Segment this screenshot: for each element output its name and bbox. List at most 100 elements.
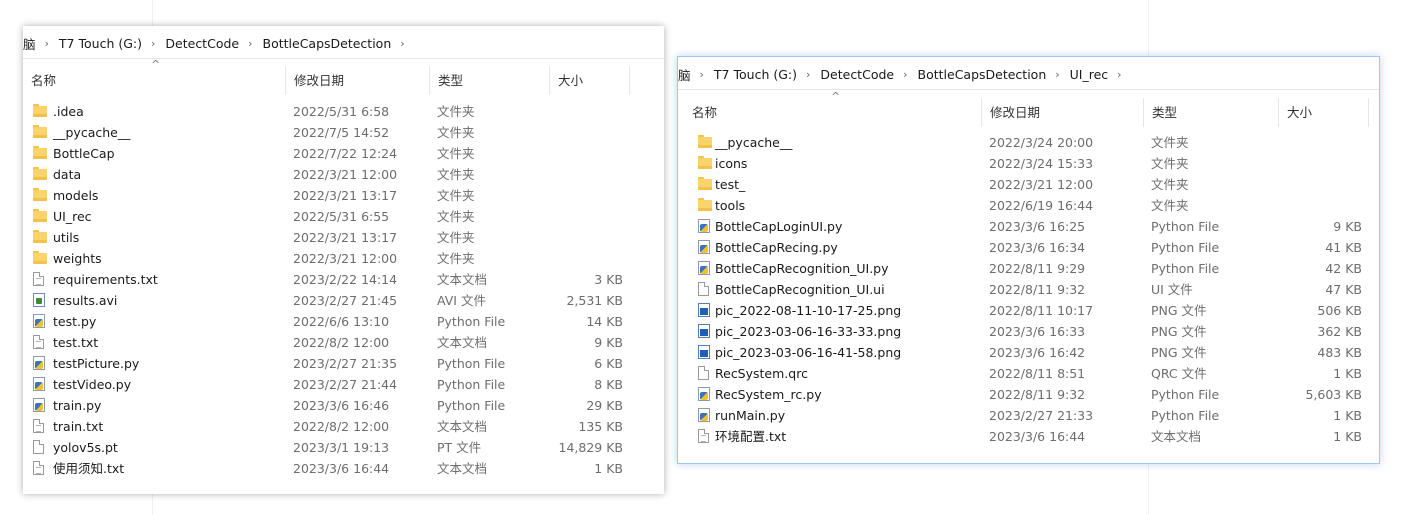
python-file-icon [698, 387, 710, 401]
file-row[interactable]: train.py 2023/3/6 16:46 Python File 29 KB [23, 395, 664, 416]
file-row[interactable]: pic_2022-08-11-10-17-25.png 2022/8/11 10:… [678, 300, 1379, 321]
chevron-right-icon[interactable]: › [903, 68, 907, 81]
breadcrumb: 脑 › T7 Touch (G:) › DetectCode › BottleCapsDet… [678, 65, 1132, 84]
chevron-right-icon[interactable]: › [1055, 68, 1059, 81]
file-modified-date: 2022/3/21 12:00 [989, 177, 1094, 192]
file-icon [698, 282, 709, 296]
column-header-type[interactable]: 类型 [430, 66, 550, 95]
file-name: .idea [53, 104, 84, 119]
file-modified-date: 2022/3/24 20:00 [989, 135, 1094, 150]
chevron-right-icon[interactable]: › [151, 37, 155, 50]
file-modified-date: 2023/2/27 21:45 [293, 293, 398, 308]
breadcrumb-segment[interactable]: UI_rec [1070, 67, 1109, 82]
file-size: 483 KB [1317, 345, 1362, 360]
file-modified-date: 2022/6/19 16:44 [989, 198, 1094, 213]
file-row[interactable]: testVideo.py 2023/2/27 21:44 Python File 8 … [23, 374, 664, 395]
file-row[interactable]: weights 2022/3/21 12:00 文件夹 [23, 248, 664, 269]
chevron-right-icon[interactable]: › [248, 37, 252, 50]
file-modified-date: 2022/5/31 6:55 [293, 209, 390, 224]
file-row[interactable]: tools 2022/6/19 16:44 文件夹 [678, 195, 1379, 216]
file-modified-date: 2022/8/11 10:17 [989, 303, 1094, 318]
column-header-date[interactable]: 修改日期 [982, 98, 1144, 127]
file-type: 文本文档 [437, 335, 488, 350]
file-row[interactable]: train.txt 2022/8/2 12:00 文本文档 135 KB [23, 416, 664, 437]
file-modified-date: 2023/2/27 21:35 [293, 356, 398, 371]
file-size: 42 KB [1325, 261, 1362, 276]
column-header-type[interactable]: 类型 [1144, 98, 1279, 127]
folder-icon [33, 209, 47, 222]
file-type: 文件夹 [437, 188, 475, 203]
file-row[interactable]: 环境配置.txt 2023/3/6 16:44 文本文档 1 KB [678, 426, 1379, 447]
file-name: __pycache__ [715, 135, 793, 150]
file-row[interactable]: yolov5s.pt 2023/3/1 19:13 PT 文件 14,829 KB [23, 437, 664, 458]
column-header-size[interactable]: 大小 [1279, 98, 1369, 127]
python-file-icon [33, 398, 45, 412]
file-row[interactable]: runMain.py 2023/2/27 21:33 Python File 1 KB [678, 405, 1379, 426]
breadcrumb-segment[interactable]: DetectCode [820, 67, 894, 82]
address-bar[interactable]: 脑 › T7 Touch (G:) › DetectCode › BottleCapsDet… [23, 26, 664, 59]
column-header-size[interactable]: 大小 [550, 66, 630, 95]
file-row[interactable]: .idea 2022/5/31 6:58 文件夹 [23, 101, 664, 122]
file-size: 9 KB [1333, 219, 1362, 234]
breadcrumb-segment[interactable]: DetectCode [165, 36, 239, 51]
file-name: BottleCapRecognition_UI.py [715, 261, 889, 276]
file-modified-date: 2022/8/11 9:32 [989, 282, 1086, 297]
chevron-right-icon[interactable]: › [700, 68, 704, 81]
file-row[interactable]: test_ 2022/3/21 12:00 文件夹 [678, 174, 1379, 195]
file-row[interactable]: BottleCapRecing.py 2023/3/6 16:34 Python F… [678, 237, 1379, 258]
file-row[interactable]: BottleCap 2022/7/22 12:24 文件夹 [23, 143, 664, 164]
file-row[interactable]: RecSystem_rc.py 2022/8/11 9:32 Python File… [678, 384, 1379, 405]
chevron-right-icon[interactable]: › [1117, 68, 1121, 81]
file-row[interactable]: test.py 2022/6/6 13:10 Python File 14 KB [23, 311, 664, 332]
file-row[interactable]: testPicture.py 2023/2/27 21:35 Python File… [23, 353, 664, 374]
file-row[interactable]: pic_2023-03-06-16-33-33.png 2023/3/6 16:3… [678, 321, 1379, 342]
file-modified-date: 2022/5/31 6:58 [293, 104, 390, 119]
file-row[interactable]: BottleCapRecognition_UI.py 2022/8/11 9:29… [678, 258, 1379, 279]
file-row[interactable]: utils 2022/3/21 13:17 文件夹 [23, 227, 664, 248]
file-type: 文件夹 [437, 146, 475, 161]
file-row[interactable]: RecSystem.qrc 2022/8/11 8:51 QRC 文件 1 KB [678, 363, 1379, 384]
file-row[interactable]: BottleCapLoginUI.py 2023/3/6 16:25 Python … [678, 216, 1379, 237]
breadcrumb-root[interactable]: 脑 [23, 34, 36, 53]
address-bar[interactable]: 脑 › T7 Touch (G:) › DetectCode › BottleCapsDet… [678, 57, 1379, 90]
file-size: 1 KB [1333, 429, 1362, 444]
video-file-icon [33, 293, 45, 307]
chevron-right-icon[interactable]: › [45, 37, 49, 50]
file-type: 文本文档 [437, 461, 488, 476]
breadcrumb-segment[interactable]: BottleCapsDetection [918, 67, 1047, 82]
file-row[interactable]: __pycache__ 2022/3/24 20:00 文件夹 [678, 132, 1379, 153]
file-name: RecSystem.qrc [715, 366, 808, 381]
python-file-icon [698, 408, 710, 422]
chevron-right-icon[interactable]: › [806, 68, 810, 81]
folder-icon [33, 230, 47, 243]
breadcrumb-segment[interactable]: T7 Touch (G:) [714, 67, 797, 82]
file-row[interactable]: results.avi 2023/2/27 21:45 AVI 文件 2,531 KB [23, 290, 664, 311]
file-name: test.py [53, 314, 97, 329]
file-row[interactable]: BottleCapRecognition_UI.ui 2022/8/11 9:32… [678, 279, 1379, 300]
file-row[interactable]: icons 2022/3/24 15:33 文件夹 [678, 153, 1379, 174]
file-row[interactable]: 使用须知.txt 2023/3/6 16:44 文本文档 1 KB [23, 458, 664, 479]
breadcrumb-root[interactable]: 脑 [678, 65, 691, 84]
chevron-right-icon[interactable]: › [400, 37, 404, 50]
file-row[interactable]: __pycache__ 2022/7/5 14:52 文件夹 [23, 122, 664, 143]
file-row[interactable]: requirements.txt 2023/2/22 14:14 文本文档 3 KB [23, 269, 664, 290]
file-name: testVideo.py [53, 377, 132, 392]
file-row[interactable]: models 2022/3/21 13:17 文件夹 [23, 185, 664, 206]
file-name: icons [715, 156, 748, 171]
explorer-window-left: 脑 › T7 Touch (G:) › DetectCode › BottleCapsDet… [23, 26, 664, 494]
column-header-name[interactable]: 名称 [23, 66, 286, 95]
file-type: QRC 文件 [1151, 366, 1207, 381]
breadcrumb-segment[interactable]: T7 Touch (G:) [59, 36, 142, 51]
breadcrumb-segment[interactable]: BottleCapsDetection [263, 36, 392, 51]
file-row[interactable]: UI_rec 2022/5/31 6:55 文件夹 [23, 206, 664, 227]
file-size: 362 KB [1317, 324, 1362, 339]
file-row[interactable]: data 2022/3/21 12:00 文件夹 [23, 164, 664, 185]
text-file-icon [33, 272, 44, 286]
file-name: pic_2022-08-11-10-17-25.png [715, 303, 902, 318]
file-name: tools [715, 198, 746, 213]
file-modified-date: 2022/3/24 15:33 [989, 156, 1094, 171]
file-row[interactable]: pic_2023-03-06-16-41-58.png 2023/3/6 16:4… [678, 342, 1379, 363]
column-header-date[interactable]: 修改日期 [286, 66, 430, 95]
file-row[interactable]: test.txt 2022/8/2 12:00 文本文档 9 KB [23, 332, 664, 353]
column-header-name[interactable]: 名称 [684, 98, 982, 127]
